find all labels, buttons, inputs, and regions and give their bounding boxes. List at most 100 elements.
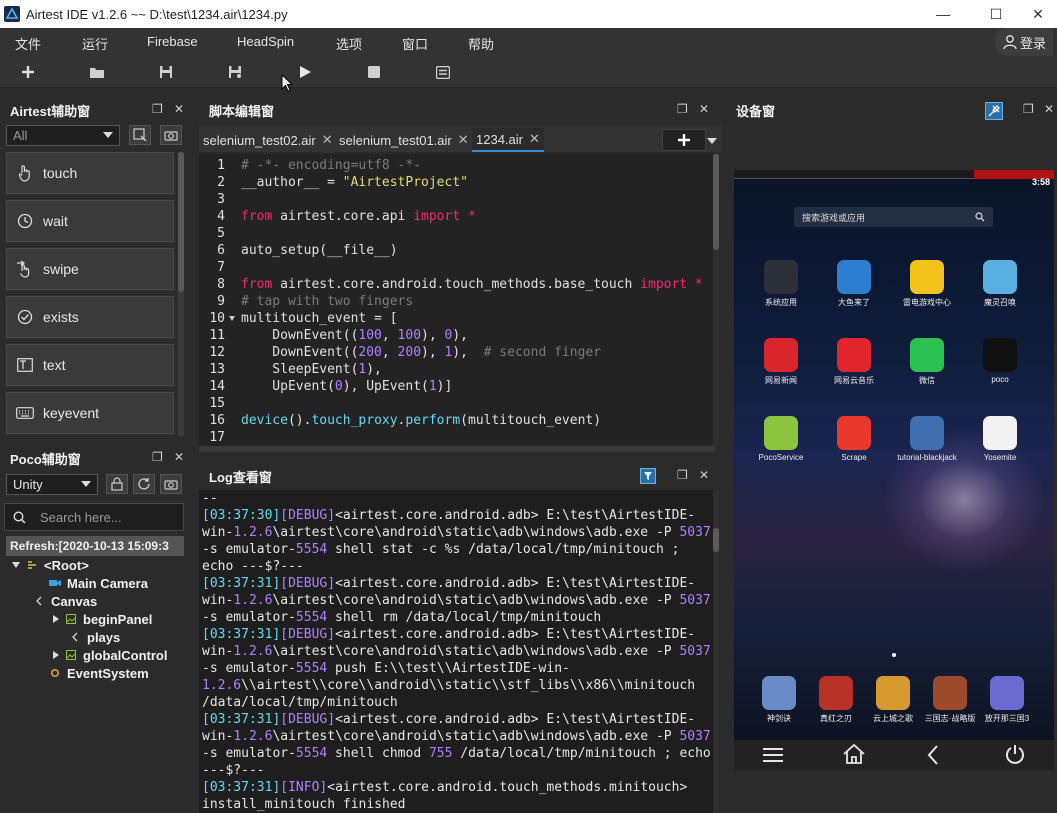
code-editor[interactable]: 1 # -*- encoding=utf8 -*- 2 __author__ = "… — [199, 154, 715, 446]
power-nav-button[interactable] — [1004, 743, 1026, 765]
report-button[interactable] — [433, 62, 453, 82]
float-icon[interactable]: ❐ — [152, 102, 163, 116]
api-swipe-button[interactable]: swipe — [6, 248, 174, 290]
log-filter-button[interactable] — [640, 468, 656, 484]
minimize-button[interactable]: — — [920, 0, 966, 28]
api-wait-button[interactable]: wait — [6, 200, 174, 242]
close-icon[interactable]: ✕ — [1044, 102, 1054, 116]
airtest-panel-scrollbar[interactable] — [178, 152, 184, 436]
api-keyevent-button[interactable]: keyevent — [6, 392, 174, 434]
tree-node-beginpanel[interactable]: beginPanel — [53, 610, 152, 628]
device-search-bar[interactable]: 搜索游戏或应用 — [794, 207, 993, 227]
app-icon[interactable] — [983, 338, 1017, 372]
float-icon[interactable]: ❐ — [152, 450, 163, 464]
fold-icon[interactable] — [229, 316, 235, 321]
api-touch-button[interactable]: touch — [6, 152, 174, 194]
app-icon[interactable] — [837, 338, 871, 372]
line-number: 6 — [217, 243, 225, 258]
line-number: 16 — [209, 413, 225, 428]
log-output[interactable]: -- [03:37:30][DEBUG]<airtest.core.android… — [199, 490, 713, 813]
scroll-thumb[interactable] — [178, 152, 184, 292]
menu-nav-button[interactable] — [762, 746, 784, 764]
maximize-button[interactable]: ☐ — [973, 0, 1019, 28]
dock-app-icon[interactable] — [762, 676, 796, 710]
close-tab-icon[interactable]: ✕ — [322, 132, 333, 148]
device-screen[interactable]: 3:58 搜索游戏或应用 系统应用 大鱼来了 雷电游戏中心 魔灵召唤 网易新闻 网易云音乐… — [734, 170, 1054, 740]
app-icon[interactable] — [764, 260, 798, 294]
tree-node-main-camera[interactable]: Main Camera — [49, 574, 148, 592]
tab-selenium-test02[interactable]: selenium_test02.air ✕ — [199, 128, 337, 152]
snapshot-button[interactable] — [129, 125, 151, 145]
float-icon[interactable]: ❐ — [677, 102, 688, 116]
new-file-button[interactable] — [18, 62, 38, 82]
tree-node-plays[interactable]: plays — [69, 628, 120, 646]
close-window-button[interactable]: ✕ — [1015, 0, 1057, 28]
editor-h-scrollbar[interactable] — [199, 446, 715, 452]
new-tab-button[interactable] — [662, 129, 706, 151]
menu-headspin[interactable]: HeadSpin — [237, 34, 294, 49]
app-icon[interactable] — [910, 416, 944, 450]
app-icon[interactable] — [910, 338, 944, 372]
menu-help[interactable]: 帮助 — [468, 34, 494, 53]
editor-scrollbar[interactable] — [713, 154, 719, 446]
save-as-button[interactable] — [225, 62, 245, 82]
float-icon[interactable]: ❐ — [677, 468, 688, 482]
stop-button[interactable] — [364, 62, 384, 82]
tab-list-dropdown[interactable] — [707, 138, 717, 144]
float-icon[interactable]: ❐ — [1023, 102, 1034, 116]
app-icon[interactable] — [983, 260, 1017, 294]
menu-options[interactable]: 选项 — [336, 34, 362, 53]
close-tab-icon[interactable]: ✕ — [458, 132, 469, 148]
open-folder-button[interactable] — [87, 62, 107, 82]
collapse-icon — [53, 615, 59, 623]
save-button[interactable] — [156, 62, 176, 82]
run-button[interactable] — [295, 62, 315, 82]
app-icon[interactable] — [764, 338, 798, 372]
menu-window[interactable]: 窗口 — [402, 34, 428, 53]
close-icon[interactable]: ✕ — [174, 102, 184, 116]
api-text-button[interactable]: text — [6, 344, 174, 386]
app-icon[interactable] — [983, 416, 1017, 450]
dock-app-icon[interactable] — [990, 676, 1024, 710]
tree-node-globalcontrol[interactable]: globalControl — [53, 646, 168, 664]
login-button[interactable]: 登录 — [995, 28, 1053, 56]
close-tab-icon[interactable]: ✕ — [529, 131, 540, 147]
airtest-filter-select[interactable]: All — [6, 125, 120, 146]
app-icon[interactable] — [837, 260, 871, 294]
tree-node-root[interactable]: <Root> — [12, 556, 89, 574]
api-exists-button[interactable]: exists — [6, 296, 174, 338]
log-scrollbar[interactable] — [713, 490, 719, 813]
menu-firebase[interactable]: Firebase — [147, 34, 198, 49]
log-line: -s emulator-5554 shell chmod 755 /data/l… — [202, 746, 711, 761]
back-nav-button[interactable] — [926, 744, 940, 766]
poco-search-box[interactable]: Search here... — [4, 503, 184, 531]
dock-app-icon[interactable] — [933, 676, 967, 710]
tree-node-eventsystem[interactable]: EventSystem — [49, 664, 149, 682]
close-icon[interactable]: ✕ — [174, 450, 184, 464]
dock-app-icon[interactable] — [819, 676, 853, 710]
device-settings-button[interactable] — [985, 102, 1003, 120]
app-icon[interactable] — [764, 416, 798, 450]
lock-button[interactable] — [106, 474, 128, 494]
home-nav-button[interactable] — [842, 743, 866, 765]
tab-selenium-test01[interactable]: selenium_test01.air ✕ — [335, 128, 473, 152]
menu-file[interactable]: 文件 — [15, 34, 41, 53]
log-line: win-1.2.6\airtest\core\android\static\ad… — [202, 644, 711, 659]
app-icon[interactable] — [910, 260, 944, 294]
record-button[interactable] — [160, 125, 182, 145]
scroll-thumb[interactable] — [713, 154, 719, 250]
close-icon[interactable]: ✕ — [699, 102, 709, 116]
menu-run[interactable]: 运行 — [82, 34, 108, 53]
dock-app-icon[interactable] — [876, 676, 910, 710]
poco-engine-select[interactable]: Unity — [6, 474, 98, 495]
refresh-button[interactable] — [133, 474, 155, 494]
tab-1234[interactable]: 1234.air ✕ — [472, 128, 544, 152]
poco-record-button[interactable] — [160, 474, 182, 494]
login-label: 登录 — [1019, 35, 1046, 51]
app-label: 雷电游戏中心 — [903, 298, 951, 307]
tree-node-canvas[interactable]: Canvas — [33, 592, 97, 610]
scroll-thumb[interactable] — [713, 528, 719, 552]
tools-icon — [988, 105, 1000, 117]
close-icon[interactable]: ✕ — [699, 468, 709, 482]
app-icon[interactable] — [837, 416, 871, 450]
